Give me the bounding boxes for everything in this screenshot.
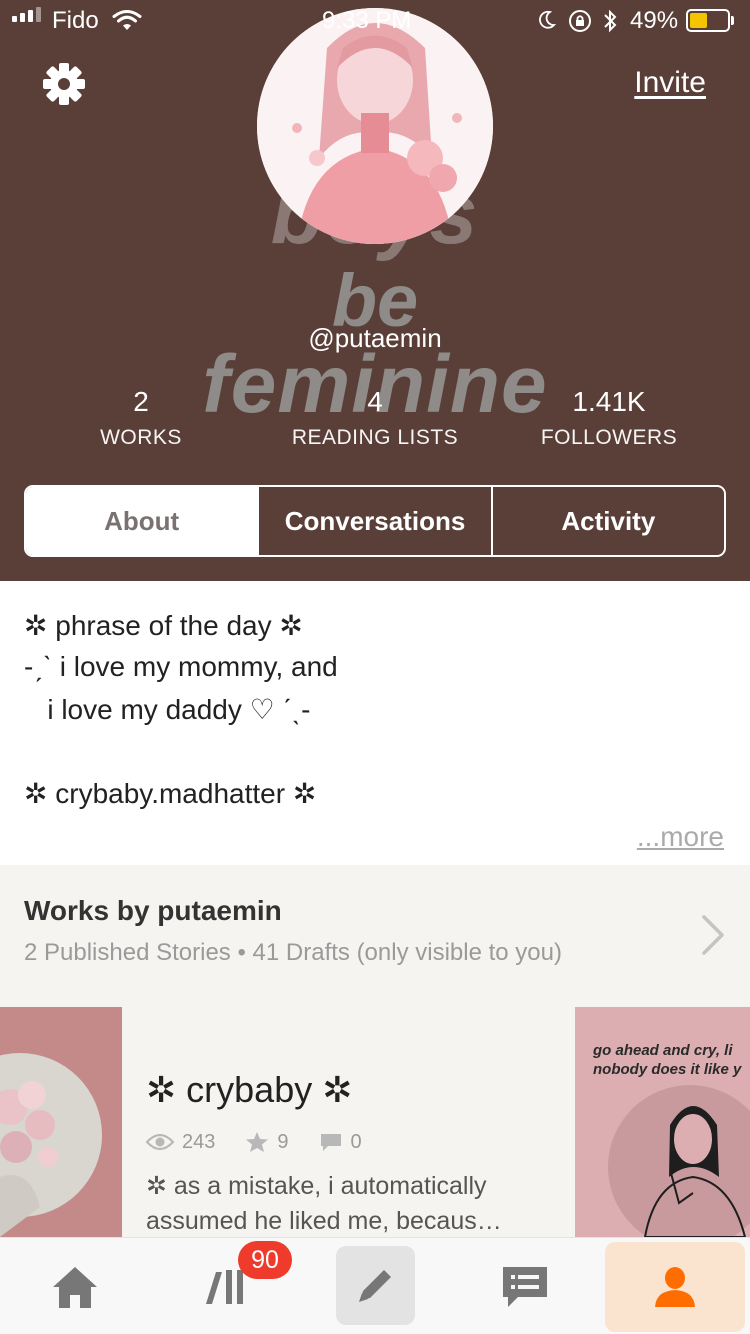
profile-icon xyxy=(655,1267,695,1307)
wifi-icon xyxy=(112,10,142,30)
eye-icon xyxy=(146,1133,174,1151)
tab-about[interactable]: About xyxy=(26,487,258,555)
about-line: ✲ phrase of the day ✲ xyxy=(24,610,303,641)
nav-profile[interactable] xyxy=(605,1242,745,1332)
home-icon xyxy=(53,1266,97,1308)
works-subtitle: 2 Published Stories • 41 Drafts (only vi… xyxy=(24,939,562,966)
story-description: ✲ as a mistake, i automatically assumed … xyxy=(146,1172,502,1235)
about-line: ✲ crybaby.madhatter ✲ xyxy=(24,778,317,809)
story-votes: 9 xyxy=(277,1130,289,1153)
stat-reading-lists-label: READING LISTS xyxy=(291,426,459,449)
tab-conversations[interactable]: Conversations xyxy=(257,487,490,555)
story-cover-previous[interactable] xyxy=(0,1007,122,1237)
status-time: 9:33 PM xyxy=(322,7,412,34)
invite-link[interactable]: Invite xyxy=(634,66,706,100)
cover-illustration xyxy=(608,1085,750,1237)
nav-write[interactable] xyxy=(336,1246,415,1325)
pencil-icon xyxy=(359,1270,391,1302)
story-comments: 0 xyxy=(350,1130,362,1153)
stat-works[interactable]: 2 WORKS xyxy=(16,386,266,450)
about-section: ✲ phrase of the day ✲ -ˏˋ i love my momm… xyxy=(0,581,750,865)
about-line: -ˏˋ i love my mommy, and xyxy=(24,651,338,682)
avatar-illustration xyxy=(257,8,493,244)
signal-icon xyxy=(12,7,41,22)
bottom-tab-bar xyxy=(0,1237,750,1334)
nav-messages[interactable] xyxy=(478,1238,572,1334)
about-line: i love my daddy ♡ ˊˎ- xyxy=(24,694,311,725)
rotation-lock-icon xyxy=(569,10,591,32)
library-notification-badge: 90 xyxy=(238,1241,292,1279)
profile-header: Fido 9:33 PM 49% boys be feminine xyxy=(0,0,750,581)
stat-reading-lists-value: 4 xyxy=(367,386,383,417)
story-stats: 243 9 0 xyxy=(146,1127,392,1157)
tab-activity[interactable]: Activity xyxy=(490,487,724,555)
stat-works-label: WORKS xyxy=(100,426,182,449)
story-card[interactable]: ✲ crybaby ✲ 243 9 0 ✲ as a mistake, i au… xyxy=(122,1007,574,1237)
profile-avatar[interactable] xyxy=(257,8,493,244)
cover-art xyxy=(0,1007,122,1237)
stat-followers-label: FOLLOWERS xyxy=(540,426,678,449)
stat-reading-lists[interactable]: 4 READING LISTS xyxy=(250,386,500,450)
nav-home[interactable] xyxy=(30,1238,120,1334)
comment-icon xyxy=(320,1134,341,1151)
stat-followers-value: 1.41K xyxy=(572,386,646,417)
battery-percent: 49% xyxy=(630,7,679,34)
bluetooth-icon xyxy=(604,9,617,33)
moon-icon xyxy=(539,10,556,29)
works-title: Works by putaemin xyxy=(24,895,282,926)
star-icon xyxy=(246,1132,269,1152)
stat-followers[interactable]: 1.41K FOLLOWERS xyxy=(484,386,734,450)
carrier-name: Fido xyxy=(52,7,99,34)
chevron-right-icon xyxy=(702,915,724,955)
more-link[interactable]: ...more xyxy=(637,821,724,853)
messages-icon xyxy=(503,1266,547,1307)
status-bar: Fido 9:33 PM 49% xyxy=(0,0,750,42)
battery-icon xyxy=(686,9,730,32)
story-title: ✲ crybaby ✲ xyxy=(146,1069,353,1110)
profile-tabs: About Conversations Activity xyxy=(24,485,726,557)
stat-works-value: 2 xyxy=(133,386,149,417)
story-carousel: ✲ crybaby ✲ 243 9 0 ✲ as a mistake, i au… xyxy=(0,1007,750,1237)
story-reads: 243 xyxy=(182,1130,216,1153)
story-cover-next[interactable]: go ahead and cry, li nobody does it like… xyxy=(575,1007,750,1237)
works-row[interactable]: Works by putaemin 2 Published Stories • … xyxy=(0,865,750,1007)
settings-gear-icon[interactable] xyxy=(42,62,86,106)
username: @putaemin xyxy=(308,323,442,353)
